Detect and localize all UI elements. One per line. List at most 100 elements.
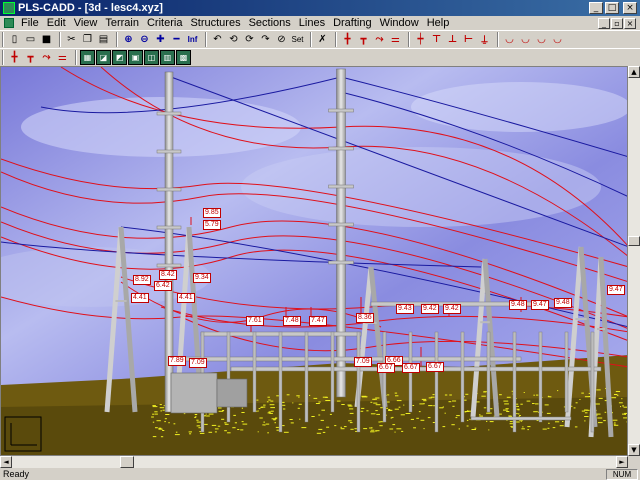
clearance-label[interactable]: 6.67 [377, 363, 395, 373]
menu-view[interactable]: View [70, 16, 102, 30]
minimize-button[interactable]: _ [589, 2, 603, 14]
section-edit-icon[interactable]: ⊤ [429, 32, 444, 47]
vertical-scrollbar[interactable]: ▲ ▼ [628, 66, 640, 456]
view-tool-3-icon[interactable]: ◩ [112, 50, 127, 65]
zoom-out-icon[interactable]: ⊖ [137, 32, 152, 47]
zoom-minus-icon[interactable]: ━ [169, 32, 184, 47]
menu-window[interactable]: Window [376, 16, 423, 30]
view-tool-1-icon[interactable]: ▦ [80, 50, 95, 65]
menu-sections[interactable]: Sections [245, 16, 295, 30]
clearance-label[interactable]: 6.42 [154, 281, 172, 291]
clearance-label[interactable]: 7.61 [246, 316, 264, 326]
clearance-label[interactable]: 8.42 [159, 270, 177, 280]
section-check-icon[interactable]: ⍊ [477, 32, 492, 47]
clearance-label[interactable]: 8.92 [133, 275, 151, 285]
view-tool-6-icon[interactable]: ▥ [160, 50, 175, 65]
set-view-label[interactable]: Set [290, 32, 305, 47]
mdi-minimize-button[interactable]: _ [598, 17, 610, 29]
vegetation-speck [375, 410, 378, 412]
rotate-up-icon[interactable]: ⟲ [226, 32, 241, 47]
sag-view-4-icon[interactable]: ◡ [550, 32, 565, 47]
zoom-infinite-label[interactable]: Inf [185, 32, 200, 47]
clearance-label[interactable]: 7.89 [168, 356, 186, 366]
clearance-label[interactable]: 9.85 [203, 208, 221, 218]
menu-structures[interactable]: Structures [186, 16, 244, 30]
3d-view[interactable]: 9.85 5.79 8.92 8.42 9.34 6.42 4.41 4.41 7.61 7.48… [0, 66, 628, 456]
clearance-label[interactable]: 9.42 [443, 304, 461, 314]
line-tool-3-icon[interactable]: ⤳ [39, 50, 54, 65]
rotate-left-icon[interactable]: ↶ [210, 32, 225, 47]
section-tension-icon[interactable]: ⊢ [461, 32, 476, 47]
maximize-button[interactable]: □ [605, 2, 619, 14]
clearance-label[interactable]: 6.67 [402, 363, 420, 373]
vertical-scroll-thumb[interactable] [628, 236, 640, 246]
horizontal-scroll-thumb[interactable] [120, 456, 134, 468]
clearance-label[interactable]: 7.47 [309, 316, 327, 326]
menu-terrain[interactable]: Terrain [101, 16, 143, 30]
structure-delete-icon[interactable]: ⚌ [388, 32, 403, 47]
mdi-close-button[interactable]: × [624, 17, 636, 29]
section-sag-icon[interactable]: ⊥ [445, 32, 460, 47]
structure-move-icon[interactable]: ┳ [356, 32, 371, 47]
menu-file[interactable]: File [17, 16, 43, 30]
vegetation-speck [398, 406, 401, 408]
clearance-label[interactable]: 8.36 [356, 313, 374, 323]
view-tool-7-icon[interactable]: ▩ [176, 50, 191, 65]
clearance-label[interactable]: 9.43 [396, 304, 414, 314]
title-bar[interactable]: PLS-CADD - [3d - lesc4.xyz] _ □ × [0, 0, 640, 16]
clearance-label[interactable]: 7.48 [283, 316, 301, 326]
scroll-up-button[interactable]: ▲ [628, 66, 640, 78]
line-tool-2-icon[interactable]: ┳ [23, 50, 38, 65]
clearance-label[interactable]: 9.47 [531, 300, 549, 310]
line-tool-1-icon[interactable]: ╋ [7, 50, 22, 65]
copy-icon[interactable]: ❐ [80, 32, 95, 47]
cut-icon[interactable]: ✂ [64, 32, 79, 47]
open-folder-icon[interactable]: ▭ [23, 32, 38, 47]
menu-lines[interactable]: Lines [295, 16, 329, 30]
clearance-label[interactable]: 7.09 [189, 358, 207, 368]
pick-tool-icon[interactable]: ✗ [315, 32, 330, 47]
3d-scene[interactable] [1, 67, 628, 456]
zoom-in-icon[interactable]: ⊕ [121, 32, 136, 47]
structure-edit-icon[interactable]: ⤳ [372, 32, 387, 47]
scroll-right-button[interactable]: ► [616, 456, 628, 468]
document-icon[interactable] [4, 18, 14, 28]
menu-help[interactable]: Help [423, 16, 454, 30]
menu-drafting[interactable]: Drafting [329, 16, 376, 30]
sag-view-2-icon[interactable]: ◡ [518, 32, 533, 47]
clearance-label[interactable]: 6.67 [426, 362, 444, 372]
rotate-right-icon[interactable]: ↷ [258, 32, 273, 47]
clearance-label[interactable]: 9.47 [607, 285, 625, 295]
save-icon[interactable]: ■ [39, 32, 54, 47]
menu-edit[interactable]: Edit [43, 16, 70, 30]
view-tool-2-icon[interactable]: ◪ [96, 50, 111, 65]
clearance-label[interactable]: 4.41 [177, 293, 195, 303]
vegetation-speck [427, 417, 431, 419]
new-file-icon[interactable]: ▯ [7, 32, 22, 47]
menu-criteria[interactable]: Criteria [143, 16, 186, 30]
section-add-icon[interactable]: ┿ [413, 32, 428, 47]
structure-add-icon[interactable]: ╋ [340, 32, 355, 47]
paste-icon[interactable]: ▤ [96, 32, 111, 47]
app-icon[interactable] [3, 2, 15, 14]
clearance-label[interactable]: 9.48 [509, 300, 527, 310]
clearance-label[interactable]: 9.34 [193, 273, 211, 283]
zoom-plus-icon[interactable]: ✚ [153, 32, 168, 47]
view-tool-5-icon[interactable]: ◫ [144, 50, 159, 65]
rotate-center-icon[interactable]: ⊘ [274, 32, 289, 47]
clearance-label[interactable]: 7.09 [354, 357, 372, 367]
horizontal-scrollbar[interactable]: ◄ ► [0, 456, 628, 468]
rotate-down-icon[interactable]: ⟳ [242, 32, 257, 47]
view-tool-4-icon[interactable]: ▣ [128, 50, 143, 65]
clearance-label[interactable]: 4.41 [131, 293, 149, 303]
clearance-label[interactable]: 9.42 [421, 304, 439, 314]
sag-view-3-icon[interactable]: ◡ [534, 32, 549, 47]
mdi-restore-button[interactable]: ▫ [611, 17, 623, 29]
clearance-label[interactable]: 5.79 [203, 220, 221, 230]
line-tool-4-icon[interactable]: ⚌ [55, 50, 70, 65]
scroll-down-button[interactable]: ▼ [628, 444, 640, 456]
clearance-label[interactable]: 9.48 [554, 298, 572, 308]
sag-view-1-icon[interactable]: ◡ [502, 32, 517, 47]
close-button[interactable]: × [623, 2, 637, 14]
scroll-left-button[interactable]: ◄ [0, 456, 12, 468]
